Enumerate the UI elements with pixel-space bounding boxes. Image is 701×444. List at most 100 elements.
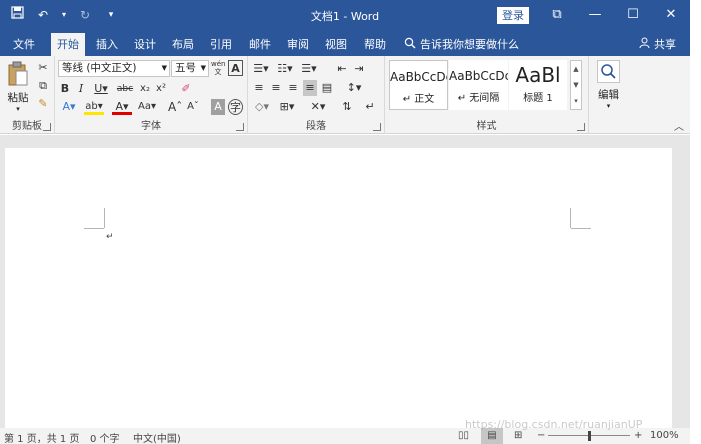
paragraph-group-label: 段落	[306, 121, 326, 132]
align-left-icon[interactable]: ≡	[252, 80, 266, 96]
crop-mark-top-right	[570, 208, 571, 228]
tab-view[interactable]: 视图	[325, 36, 347, 52]
style-normal-sample: AaBbCcDc	[390, 70, 447, 84]
strikethrough-icon[interactable]: abc	[115, 81, 135, 97]
font-name-select[interactable]: 等线 (中文正文) ▼	[58, 60, 170, 77]
tell-me-label: 告诉我你想要做什么	[420, 38, 519, 51]
paragraph-group: ☰▾ ☷▾ ☰▾ ⇤ ⇥ ≡ ≡ ≡ ≡ ▤ ↕▾ ◇▾ ⊞▾ ✕▾ ⇅ ↵ 段…	[248, 56, 385, 134]
tab-review[interactable]: 审阅	[287, 36, 309, 52]
zoom-slider-thumb[interactable]	[588, 431, 591, 441]
chevron-down-icon: ▼	[200, 64, 206, 72]
style-normal[interactable]: AaBbCcDc ↵ 正文	[389, 60, 448, 110]
language-indicator[interactable]: 中文(中国)	[133, 430, 181, 444]
italic-icon[interactable]: I	[75, 81, 87, 97]
style-heading-1[interactable]: AaBl 标题 1	[509, 60, 567, 110]
paragraph-launcher-icon[interactable]	[373, 123, 381, 131]
chevron-down-icon: ▾	[16, 105, 20, 113]
grow-font-icon[interactable]: Aˆ	[168, 99, 182, 115]
superscript-icon[interactable]: x²	[155, 81, 167, 97]
zoom-level[interactable]: 100%	[650, 430, 679, 441]
chevron-down-icon: ▼	[161, 64, 167, 72]
cut-icon[interactable]: ✂	[36, 60, 50, 76]
bold-icon[interactable]: B	[59, 81, 71, 97]
minimize-button[interactable]: —	[576, 4, 614, 26]
subscript-icon[interactable]: x₂	[139, 81, 151, 97]
tab-mailings[interactable]: 邮件	[249, 36, 271, 52]
editing-label: 编辑	[598, 89, 619, 101]
character-border-icon[interactable]: A	[228, 60, 243, 76]
share-label: 共享	[654, 38, 676, 51]
style-normal-label: ↵ 正文	[402, 94, 435, 105]
tab-help[interactable]: 帮助	[364, 36, 386, 52]
styles-group: AaBbCcDc ↵ 正文 AaBbCcDc ↵ 无间隔 AaBl 标题 1 ▲…	[385, 56, 589, 134]
title-bar: ↶ ▾ ↻ ▾ 文档1 - Word 登录 ⧉ — ☐ ✕	[0, 0, 690, 31]
shrink-font-icon[interactable]: Aˇ	[186, 99, 200, 115]
find-icon	[597, 60, 620, 83]
sort-icon[interactable]: ⇅	[338, 99, 356, 115]
zoom-out-button[interactable]: −	[537, 430, 545, 441]
editing-group: 编辑 ▾	[589, 56, 628, 134]
page-count[interactable]: 第 1 页，共 1 页	[4, 430, 79, 444]
login-button[interactable]: 登录	[497, 7, 529, 24]
distributed-icon[interactable]: ▤	[320, 80, 334, 96]
align-center-icon[interactable]: ≡	[269, 80, 283, 96]
bullets-icon[interactable]: ☰▾	[252, 61, 270, 77]
character-shading-icon[interactable]: A	[211, 99, 225, 115]
format-painter-icon[interactable]: ✎	[36, 96, 50, 112]
maximize-button[interactable]: ☐	[614, 4, 652, 26]
tab-home[interactable]: 开始	[51, 33, 85, 56]
change-case-icon[interactable]: Aa▾	[137, 99, 157, 115]
font-color-icon[interactable]: A▾	[112, 99, 132, 115]
tab-layout[interactable]: 布局	[172, 36, 194, 52]
borders-icon[interactable]: ⊞▾	[277, 99, 297, 115]
chinese-layout-icon[interactable]: ✕▾	[308, 99, 328, 115]
right-edge	[690, 0, 701, 444]
document-area[interactable]: ↵	[0, 135, 690, 428]
highlight-icon[interactable]: ab▾	[84, 99, 104, 115]
justify-icon[interactable]: ≡	[303, 80, 317, 96]
clear-formatting-icon[interactable]: ✐	[179, 81, 193, 97]
show-formatting-icon[interactable]: ↵	[363, 99, 377, 115]
increase-indent-icon[interactable]: ⇥	[352, 61, 366, 77]
styles-gallery-scroll[interactable]: ▲ ▼ ▾	[570, 60, 582, 110]
tell-me-box[interactable]: 告诉我你想要做什么	[404, 36, 519, 52]
phonetic-guide-icon[interactable]: wén 文	[211, 60, 225, 76]
line-spacing-icon[interactable]: ↕▾	[344, 80, 364, 96]
paste-icon	[8, 61, 28, 86]
numbering-icon[interactable]: ☷▾	[276, 61, 294, 77]
web-layout-icon[interactable]: ⊞	[514, 430, 522, 441]
copy-icon[interactable]: ⧉	[36, 78, 50, 94]
decrease-indent-icon[interactable]: ⇤	[335, 61, 349, 77]
ribbon-tabs: 文件 开始 插入 设计 布局 引用 邮件 审阅 视图 帮助 告诉我你想要做什么 …	[0, 31, 690, 56]
collapse-ribbon-icon[interactable]: ︿	[674, 118, 684, 133]
font-group: 等线 (中文正文) ▼ 五号 ▼ wén 文 A B I U▾ abc x₂ x² ✐…	[55, 56, 248, 134]
shading-icon[interactable]: ◇▾	[252, 99, 272, 115]
share-button[interactable]: 共享	[639, 36, 676, 52]
font-launcher-icon[interactable]	[236, 123, 244, 131]
font-size-select[interactable]: 五号 ▼	[171, 60, 209, 77]
crop-mark-top-left	[84, 228, 104, 229]
word-count[interactable]: 0 个字	[90, 430, 120, 444]
text-effects-icon[interactable]: A▾	[59, 99, 79, 115]
zoom-in-button[interactable]: +	[634, 430, 642, 441]
paste-button[interactable]: 粘贴 ▾	[4, 61, 32, 113]
enclose-characters-icon[interactable]: 字	[228, 99, 243, 115]
crop-mark-top-right	[571, 228, 591, 229]
close-button[interactable]: ✕	[652, 4, 690, 26]
font-name-value: 等线 (中文正文)	[62, 62, 137, 74]
ribbon-display-options-button[interactable]: ⧉	[538, 4, 576, 26]
underline-icon[interactable]: U▾	[92, 81, 110, 97]
lightbulb-icon	[404, 37, 416, 52]
document-page[interactable]: ↵	[5, 148, 672, 428]
read-mode-icon[interactable]: ▯▯	[458, 430, 469, 441]
editing-button[interactable]: 编辑 ▾	[594, 60, 623, 116]
style-no-spacing[interactable]: AaBbCcDc ↵ 无间隔	[449, 60, 508, 110]
multilevel-list-icon[interactable]: ☰▾	[300, 61, 318, 77]
tab-file[interactable]: 文件	[13, 36, 35, 52]
tab-design[interactable]: 设计	[134, 36, 156, 52]
tab-insert[interactable]: 插入	[96, 36, 118, 52]
tab-references[interactable]: 引用	[210, 36, 232, 52]
styles-launcher-icon[interactable]	[577, 123, 585, 131]
clipboard-launcher-icon[interactable]	[43, 123, 51, 131]
align-right-icon[interactable]: ≡	[286, 80, 300, 96]
